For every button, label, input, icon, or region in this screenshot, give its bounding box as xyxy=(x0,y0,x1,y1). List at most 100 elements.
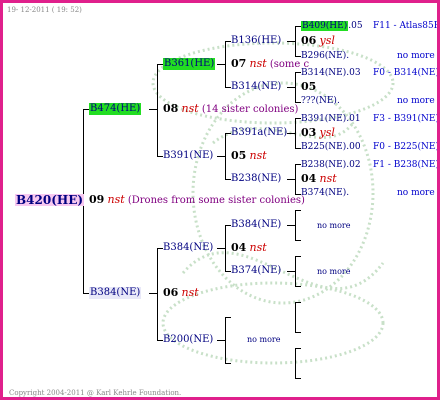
b238-mating: 04 nst xyxy=(301,173,337,186)
node-name: B374(NE) xyxy=(301,188,347,198)
connector xyxy=(149,109,157,110)
connector xyxy=(217,340,225,341)
mating-note: (Drones from some sister colonies) xyxy=(127,195,305,206)
b314-mating: 05 xyxy=(301,81,316,94)
connector xyxy=(149,293,157,294)
node-b384-gen2[interactable]: B384(NE) xyxy=(163,242,213,254)
node-name: B391(NE) xyxy=(301,114,347,124)
connector xyxy=(217,156,225,157)
node-b361[interactable]: B361(HE) xyxy=(163,58,216,70)
node-ref: no more xyxy=(397,188,435,198)
node-ref: F0 - B314(NE) xyxy=(373,68,439,78)
connector xyxy=(225,363,231,364)
node-code: .02 xyxy=(346,160,361,170)
gen4-row-b391[interactable]: B391(NE).01 xyxy=(301,113,361,125)
connector xyxy=(157,64,158,156)
no-more-label: no more xyxy=(317,221,351,230)
connector xyxy=(295,240,301,241)
mating-type: ysl xyxy=(319,126,335,139)
root-queen[interactable]: B420(HE) xyxy=(15,194,85,206)
b384-gen2-mating: 04 nst xyxy=(231,242,267,255)
connector xyxy=(225,225,226,271)
node-ref: F1 - B238(NE) xyxy=(373,160,439,170)
connector xyxy=(287,133,295,134)
connector xyxy=(295,164,296,194)
generation-number: 07 xyxy=(231,57,247,70)
connector xyxy=(295,72,296,102)
mating-type: nst xyxy=(249,149,267,162)
node-b384-gen3[interactable]: B384(NE) xyxy=(231,219,281,231)
connector xyxy=(287,87,295,88)
b384-mating: 06 nst xyxy=(163,287,199,300)
gen4-row-b296[interactable]: B296(NE). xyxy=(301,50,349,62)
node-code: . xyxy=(346,51,350,61)
connector xyxy=(295,26,296,56)
gen4-row-b238[interactable]: B238(NE).02 xyxy=(301,159,361,171)
node-b384-gen1[interactable]: B384(NE) xyxy=(89,287,142,299)
generation-number: 09 xyxy=(89,193,105,206)
gen4-row-unknown[interactable]: ???(NE). xyxy=(301,95,340,107)
gen4-row-b409[interactable]: B409(HE).05 xyxy=(301,20,363,32)
generation-number: 03 xyxy=(301,126,317,139)
connector xyxy=(225,317,231,318)
connector xyxy=(157,248,158,340)
connector xyxy=(295,210,296,240)
node-name: B314(NE) xyxy=(301,68,347,78)
node-name: B296(NE) xyxy=(301,51,347,61)
node-ref: F0 - B225(NE) xyxy=(373,142,439,152)
gen4-row-b314[interactable]: B314(NE).03 xyxy=(301,67,361,79)
node-code: . xyxy=(336,96,340,106)
no-more-label: no more xyxy=(247,335,281,344)
connector xyxy=(217,248,225,249)
connector xyxy=(295,302,301,303)
connector xyxy=(295,256,296,286)
node-ref: no more xyxy=(397,51,435,61)
mating-type: nst xyxy=(107,193,125,206)
generation-number: 04 xyxy=(301,172,317,185)
connector xyxy=(225,41,226,87)
node-code: .03 xyxy=(346,68,361,78)
b474-mating: 08 nst (14 sister colonies) xyxy=(163,103,298,116)
no-more-label: no more xyxy=(317,267,351,276)
node-b391a[interactable]: B391a(NE) xyxy=(231,127,287,139)
node-b200[interactable]: B200(NE) xyxy=(163,334,213,346)
node-b474[interactable]: B474(HE) xyxy=(89,103,142,115)
connector xyxy=(287,41,295,42)
node-b136[interactable]: B136(HE) xyxy=(231,35,281,47)
generation-number: 06 xyxy=(163,286,179,299)
gen4-row-b225[interactable]: B225(NE).00 xyxy=(301,141,361,153)
node-ref: no more xyxy=(397,96,435,106)
node-code: .01 xyxy=(346,114,361,124)
mating-type: nst xyxy=(319,172,337,185)
connector xyxy=(295,332,301,333)
b361-mating: 07 nst (some c xyxy=(231,58,309,71)
generation-number: 05 xyxy=(231,149,247,162)
connector xyxy=(295,378,301,379)
b391-mating: 05 nst xyxy=(231,150,267,163)
copyright-footer: Copyright 2004-2011 @ Karl Kehrle Founda… xyxy=(9,389,182,397)
node-b314[interactable]: B314(NE) xyxy=(231,81,281,93)
gen4-row-b374[interactable]: B374(NE). xyxy=(301,187,349,199)
mating-type: nst xyxy=(181,286,199,299)
mating-note: (14 sister colonies) xyxy=(201,104,299,115)
node-b374-gen3[interactable]: B374(NE) xyxy=(231,265,281,277)
connector xyxy=(295,348,301,349)
node-code: .05 xyxy=(348,21,363,31)
connector xyxy=(295,256,301,257)
generation-number: 04 xyxy=(231,241,247,254)
node-b238[interactable]: B238(NE) xyxy=(231,173,281,185)
node-name: B225(NE) xyxy=(301,142,347,152)
node-name: B409(HE) xyxy=(301,21,349,31)
gen1-mating: 09 nst (Drones from some sister colonies… xyxy=(89,194,305,207)
connector xyxy=(225,317,226,363)
mating-type: nst xyxy=(181,102,199,115)
connector xyxy=(295,286,301,287)
node-ref: F11 - Atlas85R xyxy=(373,21,440,31)
node-b391[interactable]: B391(NE) xyxy=(163,150,213,162)
generation-number: 08 xyxy=(163,102,179,115)
connector xyxy=(295,210,301,211)
mating-type: ysl xyxy=(319,34,335,47)
generation-number: 05 xyxy=(301,80,317,93)
mating-type: nst xyxy=(249,57,267,70)
node-code: .00 xyxy=(346,142,361,152)
